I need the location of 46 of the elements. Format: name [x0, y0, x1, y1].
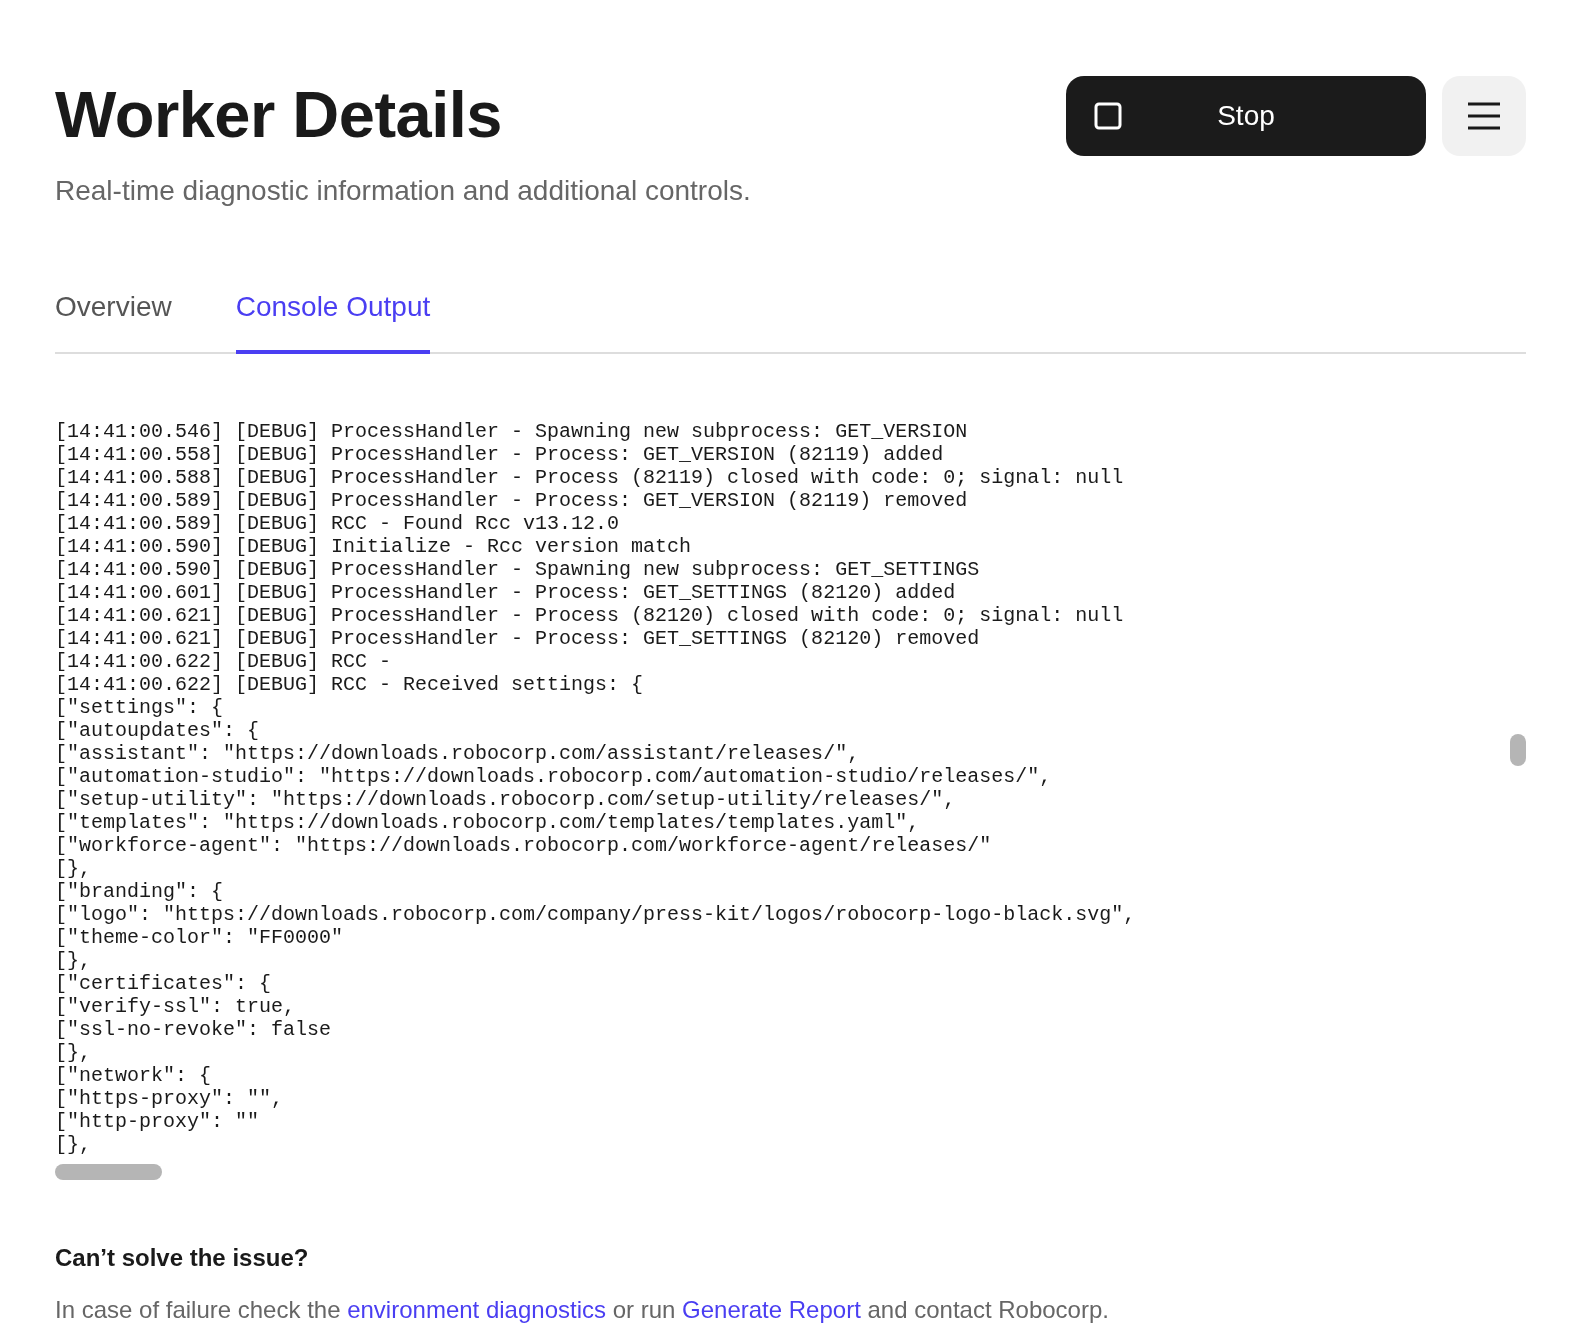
- console-line: [14:41:00.546] [DEBUG] ProcessHandler - Spawning new subprocess: GET_VERSION: [55, 420, 968, 443]
- console-line: ["setup-utility": "https://downloads.robocorp.com/setup-utility/releases/",: [55, 788, 956, 811]
- help-text: In case of failure check the environment diagnostics or run Generate Report and contact Robocorp.: [55, 1295, 1110, 1325]
- console-line: [},: [55, 857, 91, 880]
- console-line: ["certificates": {: [55, 972, 272, 995]
- console-line: ["settings": {: [55, 696, 224, 719]
- console-line: [14:41:00.558] [DEBUG] ProcessHandler - Process: GET_VERSION (82119) added: [55, 443, 944, 466]
- help-link[interactable]: environment diagnostics: [347, 1296, 606, 1323]
- console-line: ["workforce-agent": "https://downloads.robocorp.com/workforce-agent/releases/": [55, 834, 992, 857]
- console-line: [14:41:00.590] [DEBUG] Initialize - Rcc version match: [55, 535, 692, 558]
- console-line: ["network": {: [55, 1064, 212, 1087]
- console-line: ["templates": "https://downloads.robocorp.com/templates/templates.yaml",: [55, 811, 920, 834]
- menu-button[interactable]: [1442, 76, 1526, 156]
- page-title: Worker Details: [55, 77, 503, 153]
- console-line: ["https-proxy": "",: [55, 1087, 284, 1110]
- stop-button[interactable]: Stop: [1066, 76, 1426, 156]
- console-line: [},: [55, 1133, 91, 1156]
- tab[interactable]: Overview: [55, 270, 172, 354]
- help-link[interactable]: Generate Report: [682, 1296, 861, 1323]
- scrollbar-thumb[interactable]: [1510, 734, 1526, 766]
- console-line: ["assistant": "https://downloads.robocorp.com/assistant/releases/",: [55, 742, 860, 765]
- console-line: [14:41:00.590] [DEBUG] ProcessHandler - Spawning new subprocess: GET_SETTINGS: [55, 558, 980, 581]
- page-subtitle: Real-time diagnostic information and additional controls.: [55, 174, 751, 208]
- console-line: ["logo": "https://downloads.robocorp.com/company/press-kit/logos/robocorp-logo-black.svg",: [55, 903, 1136, 926]
- menu-icon: [1468, 102, 1500, 130]
- console-line: [14:41:00.622] [DEBUG] RCC - Received settings: {: [55, 673, 644, 696]
- stop-icon: [1094, 102, 1122, 130]
- console-line: [14:41:00.588] [DEBUG] ProcessHandler - Process (82119) closed with code: 0; signal: null: [55, 466, 1124, 489]
- console-line: [},: [55, 949, 91, 972]
- tab[interactable]: Console Output: [235, 270, 431, 354]
- console-line: [14:41:00.621] [DEBUG] ProcessHandler - Process (82120) closed with code: 0; signal: null: [55, 604, 1124, 627]
- console-line: ["branding": {: [55, 880, 224, 903]
- console-line: [},: [55, 1041, 91, 1064]
- console-line: ["verify-ssl": true,: [55, 995, 296, 1018]
- console-line: ["http-proxy": "": [55, 1110, 260, 1133]
- scrollbar-thumb[interactable]: [55, 1164, 162, 1180]
- console-line: ["ssl-no-revoke": false: [55, 1018, 332, 1041]
- console-line: [14:41:00.621] [DEBUG] ProcessHandler - Process: GET_SETTINGS (82120) removed: [55, 627, 980, 650]
- console-line: [14:41:00.601] [DEBUG] ProcessHandler - Process: GET_SETTINGS (82120) added: [55, 581, 956, 604]
- console-line: [14:41:00.622] [DEBUG] RCC -: [55, 650, 392, 673]
- help-heading: Can’t solve the issue?: [55, 1243, 310, 1273]
- console-line: ["automation-studio": "https://downloads.robocorp.com/automation-studio/releases/",: [55, 765, 1052, 788]
- console-line: ["theme-color": "FF0000": [55, 926, 344, 949]
- console-line: [14:41:00.589] [DEBUG] RCC - Found Rcc v13.12.0: [55, 512, 620, 535]
- console-line: [14:41:00.589] [DEBUG] ProcessHandler - Process: GET_VERSION (82119) removed: [55, 489, 968, 512]
- console-line: ["autoupdates": {: [55, 719, 260, 742]
